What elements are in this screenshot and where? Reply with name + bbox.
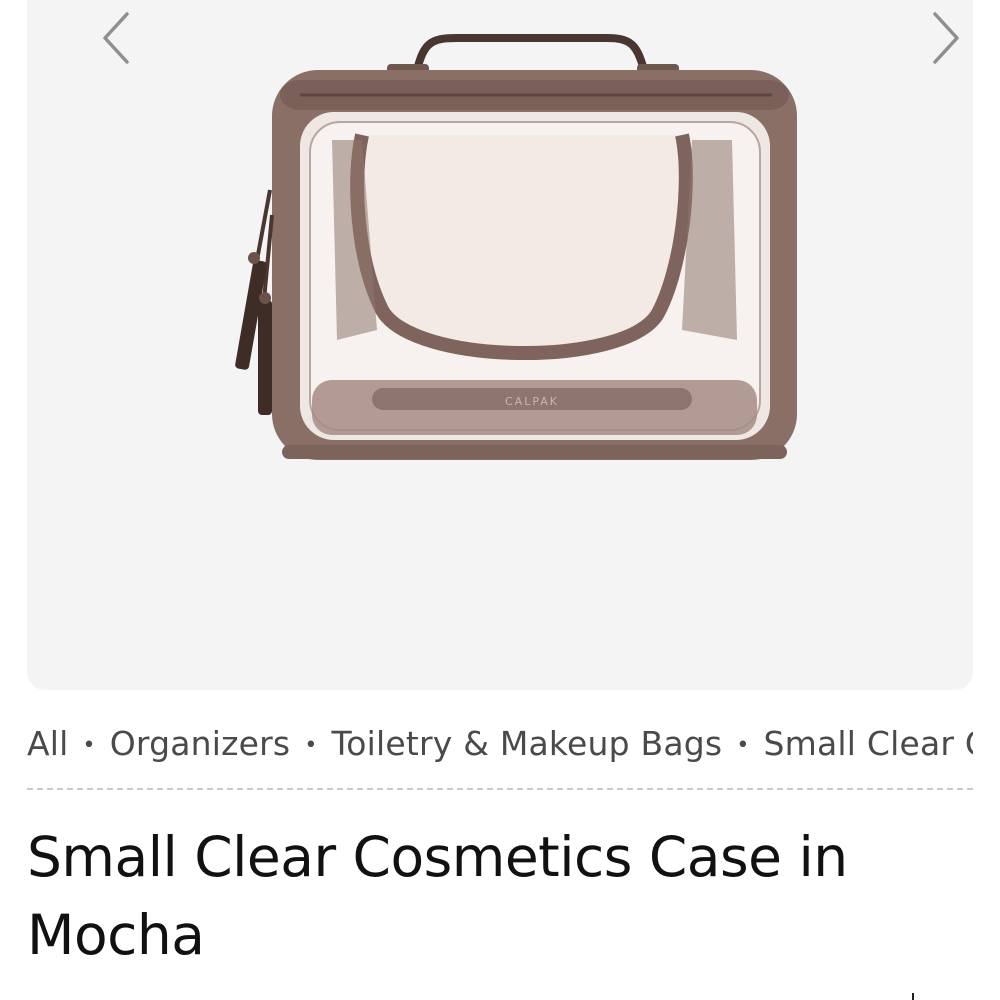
brand-mark: CALPAK bbox=[505, 395, 559, 408]
chevron-left-icon bbox=[103, 12, 129, 64]
chevron-right-icon bbox=[933, 12, 959, 64]
breadcrumb-separator: • bbox=[736, 733, 750, 758]
breadcrumb-item-organizers[interactable]: Organizers bbox=[110, 724, 291, 763]
breadcrumb-item-toiletry-makeup-bags[interactable]: Toiletry & Makeup Bags bbox=[332, 724, 723, 763]
breadcrumb-divider bbox=[27, 788, 973, 790]
gallery-next-button[interactable] bbox=[917, 10, 973, 66]
breadcrumb: All • Organizers • Toiletry & Makeup Bags • Sm… bbox=[27, 716, 973, 772]
product-photo: CALPAK bbox=[235, 34, 797, 460]
gallery-prev-button[interactable] bbox=[89, 10, 145, 66]
product-title: Small Clear Cosmetics Case in Mocha bbox=[27, 825, 848, 967]
product-image-gallery[interactable]: CALPAK bbox=[27, 0, 973, 690]
breadcrumb-separator: • bbox=[82, 733, 96, 758]
product-page: CALPAK All • Organizers • Toiletry & Makeup … bbox=[0, 0, 1000, 1000]
breadcrumb-item-current[interactable]: Small Clear C bbox=[764, 724, 973, 763]
breadcrumb-item-all[interactable]: All bbox=[27, 724, 69, 763]
scroll-edge-mark bbox=[912, 993, 914, 1000]
breadcrumb-separator: • bbox=[304, 733, 318, 758]
